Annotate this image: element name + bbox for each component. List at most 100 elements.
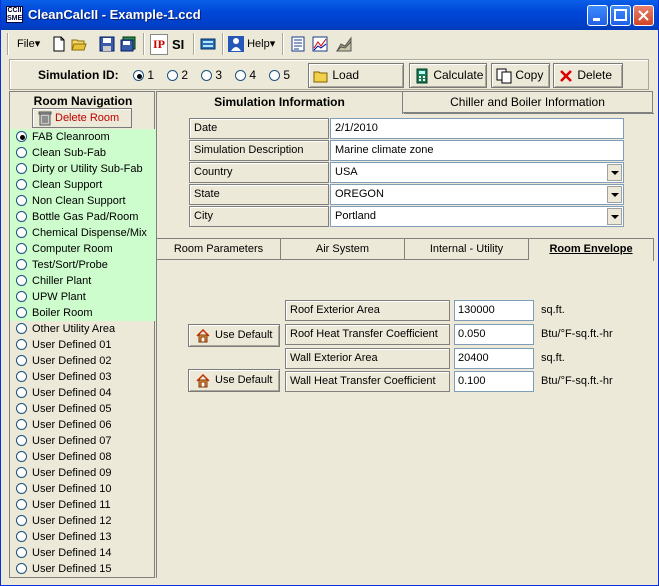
radio-button[interactable] [235, 70, 246, 82]
radio-button[interactable] [16, 147, 27, 158]
delete-room-button[interactable]: Delete Room [32, 108, 132, 128]
tab-air-system[interactable]: Air System [281, 238, 405, 260]
title-bar[interactable]: CCII SME CleanCalcII - Example-1.ccd [1, 0, 658, 30]
chevron-down-icon[interactable] [607, 164, 622, 181]
tab-internal-utility[interactable]: Internal - Utility [405, 238, 529, 260]
radio-button[interactable] [16, 211, 27, 222]
close-button[interactable] [633, 5, 654, 26]
radio-button[interactable] [201, 70, 212, 82]
save-button[interactable] [99, 34, 115, 55]
report-button[interactable] [290, 34, 306, 55]
room-nav-item[interactable]: UPW Plant [10, 289, 156, 305]
room-nav-item[interactable]: User Defined 15 [10, 561, 156, 577]
room-nav-item[interactable]: FAB Cleanroom [10, 129, 156, 145]
file-menu[interactable]: File▾ [17, 34, 40, 55]
sim-id-radio-3[interactable]: 3 [201, 68, 222, 82]
country-select[interactable]: USA [330, 162, 624, 183]
state-select[interactable]: OREGON [330, 184, 624, 205]
room-nav-item[interactable]: User Defined 09 [10, 465, 156, 481]
room-nav-item[interactable]: Bottle Gas Pad/Room [10, 209, 156, 225]
room-nav-item[interactable]: User Defined 01 [10, 337, 156, 353]
room-nav-item[interactable]: User Defined 07 [10, 433, 156, 449]
radio-button[interactable] [16, 259, 27, 270]
room-nav-item[interactable]: Chemical Dispense/Mix [10, 225, 156, 241]
room-nav-item[interactable]: Chiller Plant [10, 273, 156, 289]
roof-use-default-button[interactable]: Use Default [188, 324, 280, 347]
date-field[interactable]: 2/1/2010 [330, 118, 624, 139]
room-nav-item[interactable]: User Defined 14 [10, 545, 156, 561]
wall-htc-field[interactable]: 0.100 [454, 371, 534, 392]
new-file-button[interactable] [51, 34, 67, 55]
radio-button[interactable] [269, 70, 280, 82]
radio-button[interactable] [16, 339, 27, 350]
room-nav-item[interactable]: User Defined 10 [10, 481, 156, 497]
minimize-button[interactable] [587, 5, 608, 26]
room-nav-item[interactable]: User Defined 03 [10, 369, 156, 385]
radio-button[interactable] [16, 387, 27, 398]
wall-area-field[interactable]: 20400 [454, 348, 534, 369]
room-nav-item[interactable]: Non Clean Support [10, 193, 156, 209]
sim-id-radio-5[interactable]: 5 [269, 68, 290, 82]
tab-room-envelope[interactable]: Room Envelope [529, 238, 654, 261]
room-nav-item[interactable]: User Defined 08 [10, 449, 156, 465]
maximize-button[interactable] [610, 5, 631, 26]
room-nav-item[interactable]: User Defined 04 [10, 385, 156, 401]
radio-button[interactable] [16, 515, 27, 526]
chart-button[interactable] [312, 34, 328, 55]
radio-button[interactable] [16, 131, 27, 142]
room-nav-item[interactable]: User Defined 11 [10, 497, 156, 513]
radio-button[interactable] [16, 323, 27, 334]
room-nav-item[interactable]: Other Utility Area [10, 321, 156, 337]
radio-button[interactable] [16, 195, 27, 206]
radio-button[interactable] [16, 355, 27, 366]
room-nav-item[interactable]: User Defined 13 [10, 529, 156, 545]
radio-button[interactable] [16, 291, 27, 302]
tab-chiller-boiler-information[interactable]: Chiller and Boiler Information [403, 91, 653, 113]
radio-button[interactable] [16, 435, 27, 446]
radio-button[interactable] [16, 403, 27, 414]
radio-button[interactable] [16, 275, 27, 286]
radio-button[interactable] [16, 499, 27, 510]
room-nav-item[interactable]: Clean Support [10, 177, 156, 193]
room-nav-item[interactable]: User Defined 06 [10, 417, 156, 433]
radio-button[interactable] [16, 307, 27, 318]
radio-button[interactable] [16, 371, 27, 382]
help-menu[interactable]: Help▾ [228, 34, 275, 55]
tab-simulation-information[interactable]: Simulation Information [156, 91, 403, 114]
radio-button[interactable] [16, 483, 27, 494]
radio-button[interactable] [133, 70, 144, 82]
wall-use-default-button[interactable]: Use Default [188, 369, 280, 392]
chevron-down-icon[interactable] [607, 208, 622, 225]
si-units-button[interactable]: SI [172, 34, 184, 55]
calculator-button[interactable] [200, 34, 216, 55]
radio-button[interactable] [16, 419, 27, 430]
ip-units-button[interactable]: IP [150, 34, 168, 55]
radio-button[interactable] [16, 563, 27, 574]
copy-button[interactable]: Copy [491, 63, 550, 88]
radio-button[interactable] [16, 531, 27, 542]
room-nav-item[interactable]: Test/Sort/Probe [10, 257, 156, 273]
radio-button[interactable] [16, 163, 27, 174]
room-nav-item[interactable]: User Defined 02 [10, 353, 156, 369]
room-nav-item[interactable]: User Defined 05 [10, 401, 156, 417]
graph-button[interactable] [336, 34, 352, 55]
calculate-button[interactable]: Calculate [409, 63, 487, 88]
radio-button[interactable] [16, 243, 27, 254]
room-nav-item[interactable]: Clean Sub-Fab [10, 145, 156, 161]
sim-id-radio-2[interactable]: 2 [167, 68, 188, 82]
sim-id-radio-1[interactable]: 1 [133, 68, 154, 82]
open-file-button[interactable] [71, 34, 87, 55]
radio-button[interactable] [16, 227, 27, 238]
radio-button[interactable] [167, 70, 178, 82]
city-select[interactable]: Portland [330, 206, 624, 227]
room-nav-item[interactable]: Computer Room [10, 241, 156, 257]
radio-button[interactable] [16, 451, 27, 462]
description-field[interactable]: Marine climate zone [330, 140, 624, 161]
room-nav-item[interactable]: Dirty or Utility Sub-Fab [10, 161, 156, 177]
tab-room-parameters[interactable]: Room Parameters [157, 238, 281, 260]
sim-id-radio-4[interactable]: 4 [235, 68, 256, 82]
room-nav-item[interactable]: User Defined 12 [10, 513, 156, 529]
delete-button[interactable]: Delete [553, 63, 623, 88]
save-all-button[interactable] [120, 34, 136, 55]
room-nav-item[interactable]: Boiler Room [10, 305, 156, 321]
